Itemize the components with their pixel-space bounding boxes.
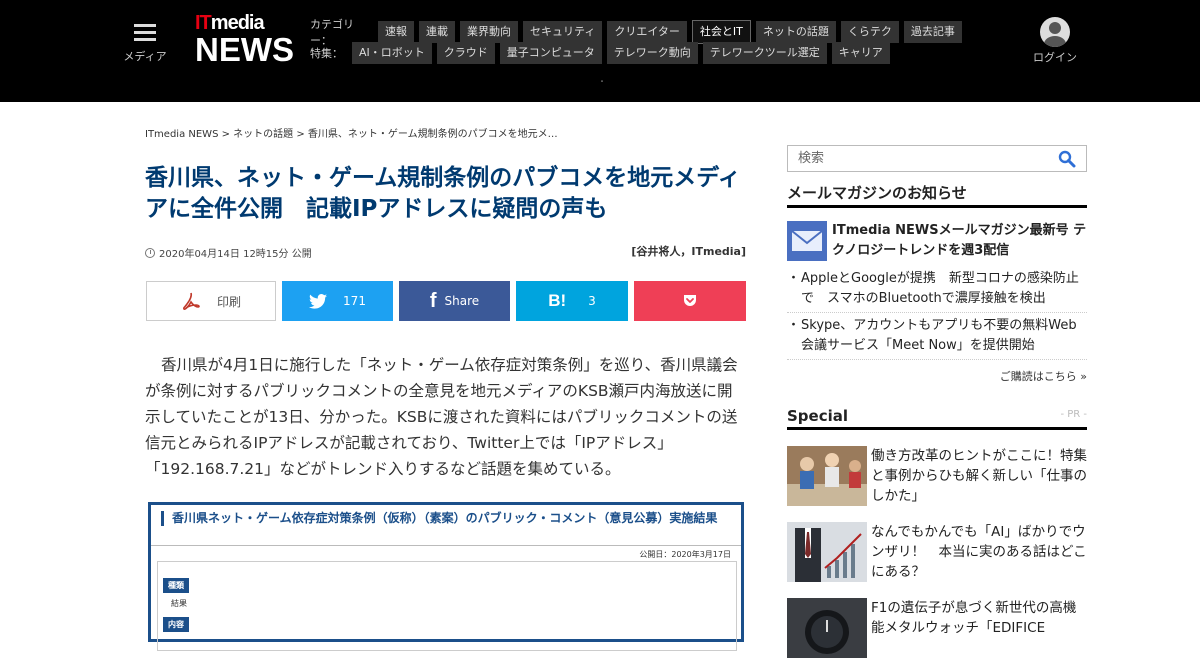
search-input[interactable] <box>788 146 1048 171</box>
mailmag-item[interactable]: Skype、アカウントもアプリも不要の無料Web会議サービス「Meet Now」… <box>787 316 1087 360</box>
site-header: メディア ITmedia NEWS カテゴリー： 速報 連載 業界動向 セキュリ… <box>0 0 1200 102</box>
itmedia-news-logo[interactable]: ITmedia NEWS <box>195 13 295 67</box>
category-tag[interactable]: くらテク <box>840 21 899 43</box>
media-menu-label: メディア <box>123 50 167 63</box>
media-menu-button[interactable]: メディア <box>118 20 172 64</box>
pr-label: - PR - <box>1060 409 1087 420</box>
special-heading-text: Special <box>787 407 849 425</box>
feature-tag[interactable]: 量子コンピュータ <box>499 42 602 64</box>
special-item-text: F1の遺伝子が息づく新世代の高機能メタルウォッチ「EDIFICE <box>871 600 1077 636</box>
feature-tag[interactable]: キャリア <box>831 42 890 64</box>
category-tag[interactable]: 速報 <box>378 21 414 43</box>
article-date: 2020年04月14日 12時15分 公開 <box>145 245 312 260</box>
feature-label: 特集： <box>310 47 343 60</box>
category-tag[interactable]: ネットの話題 <box>755 21 836 43</box>
pdf-icon <box>182 292 200 310</box>
category-tag[interactable]: クリエイター <box>607 21 687 43</box>
article-title: 香川県、ネット・ゲーム規制条例のパブコメを地元メディアに全件公開 記載IPアドレ… <box>145 165 741 222</box>
print-label: 印刷 <box>216 294 241 309</box>
hamburger-icon <box>134 24 156 42</box>
mailmag-item[interactable]: AppleとGoogleが提携 新型コロナの感染防止で スマホのBluetoot… <box>787 269 1087 313</box>
special-item[interactable]: 働き方改革のヒントがここに！特集と事例からひも解く新しい「仕事のしかた」 <box>787 446 1087 508</box>
facebook-icon: f <box>429 289 437 312</box>
feature-nav: 特集： AI・ロボット クラウド 量子コンピュータ テレワーク動向 テレワークツ… <box>310 42 895 64</box>
user-icon <box>1040 17 1070 47</box>
article-author: [谷井将人，ITmedia] <box>631 245 746 258</box>
pocket-icon <box>684 295 696 306</box>
figure-label-type: 種類 <box>163 578 189 593</box>
header-dot: ・ <box>598 77 606 86</box>
special-item[interactable]: なんでもかんでも「AI」ばかりでウンザリ！ 本当に実のある話はどこにある？ <box>787 522 1087 584</box>
search-box <box>787 145 1087 172</box>
hatena-count: 3 <box>588 294 596 308</box>
twitter-icon <box>309 293 328 309</box>
figure-value-type: 結果 <box>171 599 187 608</box>
login-label: ログイン <box>1033 51 1077 64</box>
twitter-share-button[interactable]: 171 <box>282 281 393 321</box>
special-thumbnail-image <box>787 522 867 582</box>
search-icon[interactable] <box>1058 150 1076 168</box>
special-item-text: なんでもかんでも「AI」ばかりでウンザリ！ 本当に実のある話はどこにある？ <box>871 524 1087 580</box>
special-thumbnail-image <box>787 598 867 658</box>
hatena-bookmark-button[interactable]: B! 3 <box>516 281 628 321</box>
category-tag[interactable]: セキュリティ <box>523 21 603 43</box>
mail-icon <box>787 221 827 261</box>
mailmag-heading: メールマガジンのお知らせ <box>787 182 1087 208</box>
feature-tag[interactable]: テレワーク動向 <box>606 42 698 64</box>
article-body: 香川県が4月1日に施行した「ネット・ゲーム依存症対策条例」を巡り、香川県議会が条… <box>145 356 738 478</box>
article-date-text: 2020年04月14日 12時15分 公開 <box>159 249 312 260</box>
article-figure[interactable]: 香川県ネット・ゲーム依存症対策条例（仮称）（素案）のパブリック・コメント（意見公… <box>148 502 744 651</box>
category-tag[interactable]: 過去記事 <box>903 21 962 43</box>
figure-box <box>157 561 737 651</box>
category-tag[interactable]: 業界動向 <box>460 21 518 43</box>
feature-tag[interactable]: クラウド <box>436 42 495 64</box>
breadcrumb[interactable]: ITmedia NEWS > ネットの話題 > 香川県、ネット・ゲーム規制条例の… <box>145 125 558 140</box>
category-tag-active[interactable]: 社会とIT <box>691 20 751 44</box>
facebook-label: Share <box>444 294 480 308</box>
figure-date: 公開日：2020年3月17日 <box>639 550 731 559</box>
feature-tag[interactable]: テレワークツール選定 <box>702 42 827 64</box>
feature-tag[interactable]: AI・ロボット <box>352 42 432 64</box>
figure-title: 香川県ネット・ゲーム依存症対策条例（仮称）（素案）のパブリック・コメント（意見公… <box>161 511 731 526</box>
figure-divider <box>151 545 741 546</box>
print-button[interactable]: 印刷 <box>146 281 276 321</box>
category-tag[interactable]: 連載 <box>419 21 455 43</box>
special-heading: Special - PR - <box>787 407 1087 430</box>
mailmag-feature[interactable]: ITmedia NEWSメールマガジン最新号 テクノロジートレンドを週3配信 <box>787 221 1087 261</box>
subscribe-link[interactable]: ご購読はこちら » <box>887 368 1087 384</box>
twitter-count: 171 <box>343 294 366 308</box>
clock-icon <box>145 247 155 258</box>
pocket-button[interactable] <box>634 281 746 321</box>
facebook-share-button[interactable]: f Share <box>399 281 510 321</box>
special-thumbnail-image <box>787 446 867 506</box>
hatena-icon: B! <box>548 291 567 310</box>
login-button[interactable]: ログイン <box>1030 17 1080 65</box>
special-item[interactable]: F1の遺伝子が息づく新世代の高機能メタルウォッチ「EDIFICE <box>787 598 1087 660</box>
mailmag-feature-text: ITmedia NEWSメールマガジン最新号 テクノロジートレンドを週3配信 <box>832 223 1087 258</box>
special-item-text: 働き方改革のヒントがここに！特集と事例からひも解く新しい「仕事のしかた」 <box>871 448 1087 504</box>
